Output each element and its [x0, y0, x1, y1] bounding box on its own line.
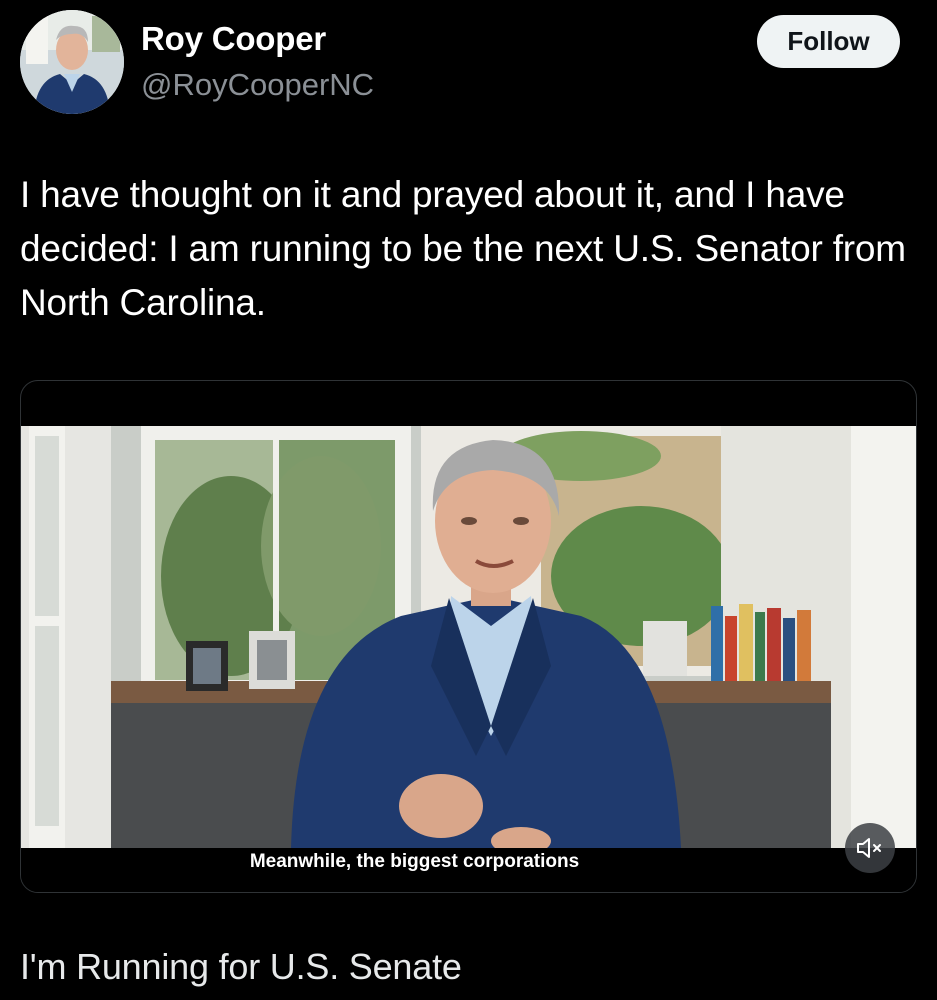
muted-speaker-icon — [857, 838, 881, 858]
video-frame-image — [21, 426, 916, 848]
mute-button[interactable] — [845, 823, 895, 873]
post-text: I have thought on it and prayed about it… — [20, 174, 906, 323]
avatar-image — [20, 10, 124, 114]
media-card[interactable]: Meanwhile, the biggest corporations — [20, 380, 917, 893]
author-name[interactable]: Roy Cooper — [141, 20, 326, 58]
author-handle[interactable]: @RoyCooperNC — [141, 67, 374, 103]
follow-button[interactable]: Follow — [757, 15, 900, 68]
avatar[interactable] — [20, 10, 124, 114]
card-title[interactable]: I'm Running for U.S. Senate — [20, 946, 462, 988]
video-player[interactable] — [21, 426, 916, 848]
video-caption: Meanwhile, the biggest corporations — [249, 851, 580, 872]
